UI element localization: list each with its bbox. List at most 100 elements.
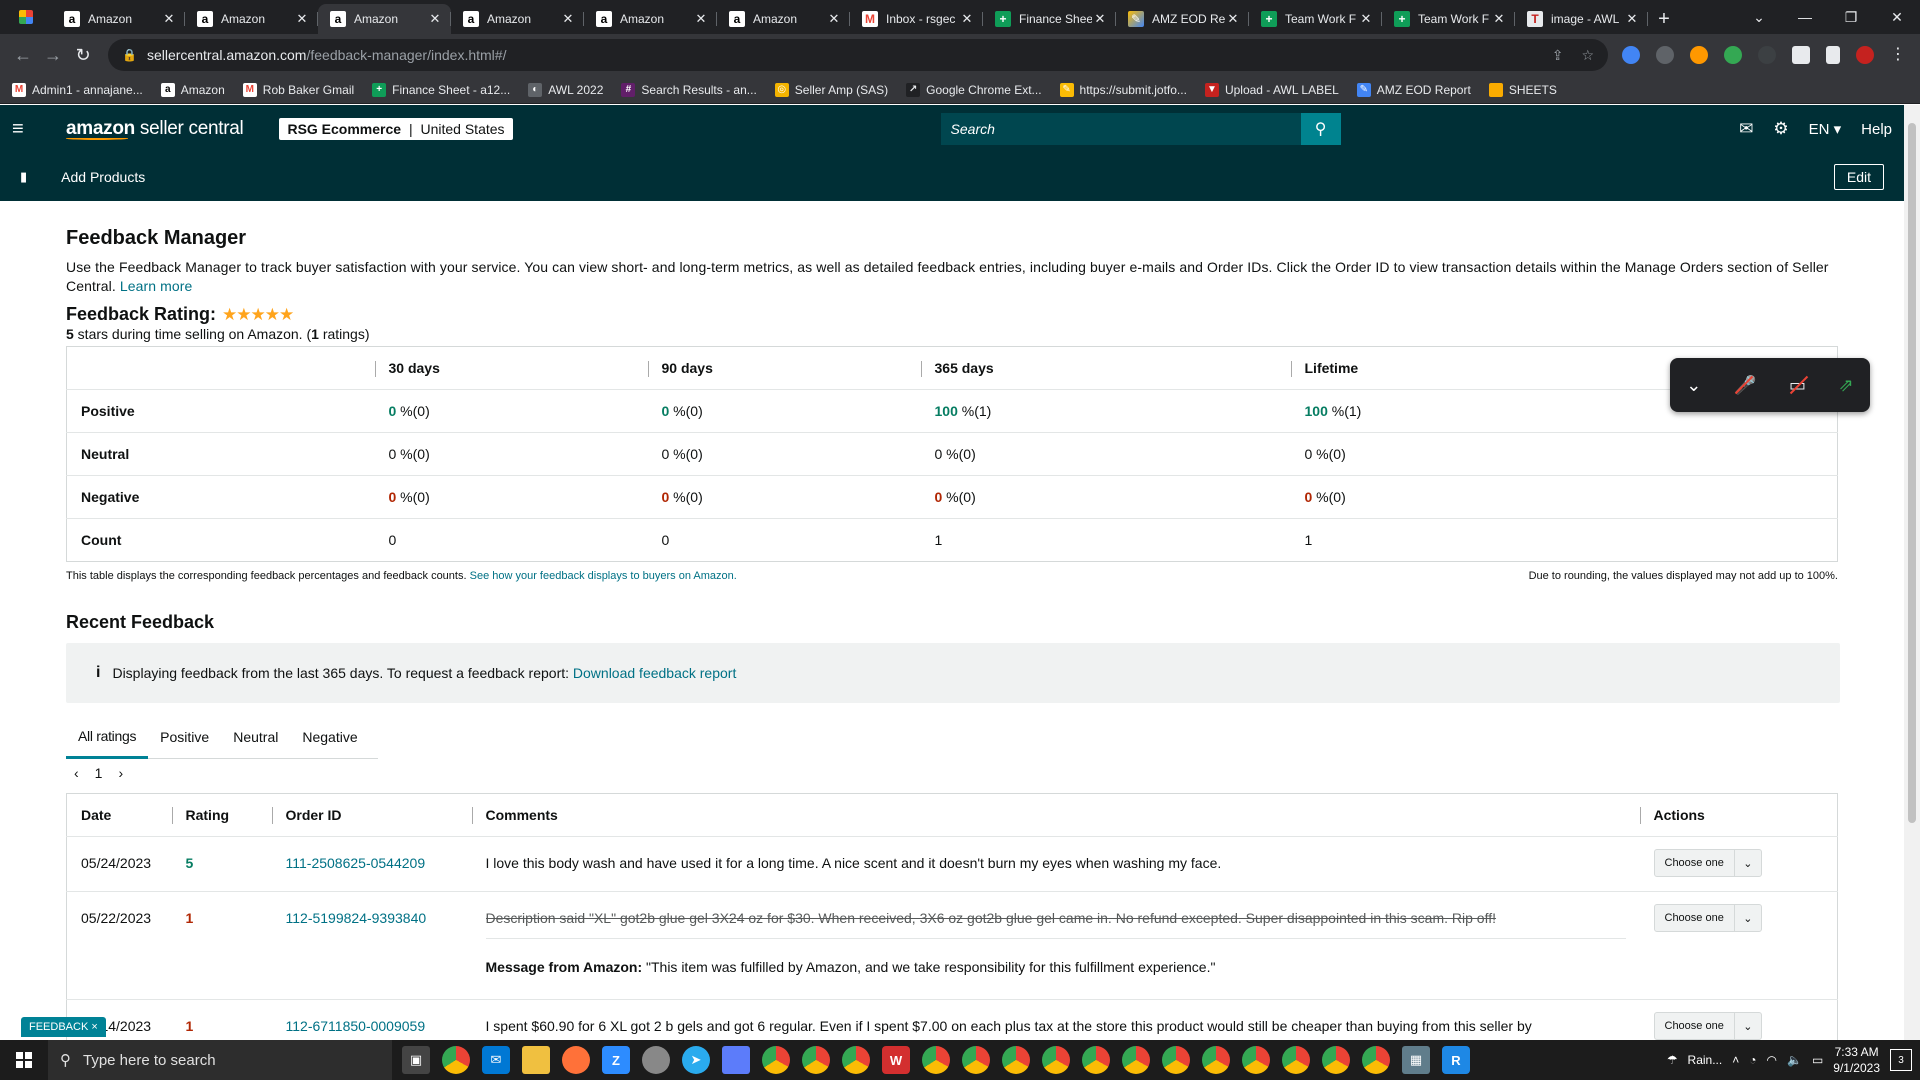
bookmark-item[interactable]: a Amazon (160, 82, 225, 97)
extension-icon[interactable] (1690, 46, 1708, 64)
telegram-icon[interactable]: ➤ (682, 1046, 710, 1074)
taskbar-search[interactable]: ⚲ Type here to search (48, 1040, 392, 1080)
extension-icon[interactable] (1622, 46, 1640, 64)
chrome-icon[interactable] (442, 1046, 470, 1074)
zoom-icon[interactable]: Z (602, 1046, 630, 1074)
chrome-icon[interactable] (1322, 1046, 1350, 1074)
minimize-button[interactable]: — (1782, 9, 1828, 25)
share-screen-icon[interactable]: ⇗ (1839, 375, 1854, 396)
forward-button[interactable]: → (38, 40, 68, 70)
help-link[interactable]: Help (1861, 121, 1892, 138)
bookmark-item[interactable]: ↗ Google Chrome Ext... (906, 82, 1042, 97)
chrome-icon[interactable] (802, 1046, 830, 1074)
address-bar[interactable]: 🔒 sellercentral.amazon.com/feedback-mana… (108, 39, 1608, 71)
clock[interactable]: 7:33 AM 9/1/2023 (1833, 1044, 1880, 1076)
network-icon[interactable]: ◔ (1749, 1053, 1756, 1067)
menu-icon[interactable]: ⋮ (1890, 46, 1906, 64)
tab-search-button[interactable] (0, 0, 52, 34)
current-page[interactable]: 1 (95, 765, 103, 781)
tab-negative[interactable]: Negative (290, 715, 369, 759)
chrome-icon[interactable] (962, 1046, 990, 1074)
chrome-icon[interactable] (1122, 1046, 1150, 1074)
bookmark-item[interactable]: ✎ https://submit.jotfo... (1059, 82, 1187, 97)
wps-icon[interactable]: W (882, 1046, 910, 1074)
store-selector[interactable]: RSG Ecommerce | United States (279, 118, 513, 140)
close-tab-icon[interactable]: ✕ (826, 11, 842, 27)
feedback-display-link[interactable]: See how your feedback displays to buyers… (470, 570, 737, 582)
download-report-link[interactable]: Download feedback report (573, 665, 736, 681)
bookmark-icon[interactable]: ▮ (20, 169, 27, 185)
next-page-icon[interactable]: › (118, 765, 123, 781)
camera-off-icon[interactable]: ▭ (1789, 375, 1806, 396)
chrome-icon[interactable] (1162, 1046, 1190, 1074)
chrome-icon[interactable] (1042, 1046, 1070, 1074)
back-button[interactable]: ← (8, 40, 38, 70)
close-tab-icon[interactable]: ✕ (959, 11, 975, 27)
prev-page-icon[interactable]: ‹ (74, 765, 79, 781)
mic-muted-icon[interactable]: 🎤 (1734, 375, 1756, 396)
bookmark-item[interactable]: SHEETS (1488, 82, 1557, 97)
calculator-icon[interactable]: ▦ (1402, 1046, 1430, 1074)
browser-tab[interactable]: a Amazon ✕ (185, 4, 318, 34)
close-tab-icon[interactable]: ✕ (1092, 11, 1108, 27)
browser-tab[interactable]: a Amazon ✕ (52, 4, 185, 34)
puzzle-icon[interactable] (1792, 46, 1810, 64)
close-icon[interactable]: × (91, 1021, 97, 1033)
file-explorer-icon[interactable] (522, 1046, 550, 1074)
chrome-icon[interactable] (1362, 1046, 1390, 1074)
tab-positive[interactable]: Positive (148, 715, 221, 759)
action-dropdown[interactable]: Choose one ⌄ (1653, 849, 1762, 877)
wifi-icon[interactable]: ◠ (1767, 1053, 1777, 1067)
learn-more-link[interactable]: Learn more (120, 278, 193, 294)
browser-tab[interactable]: a Amazon ✕ (451, 4, 584, 34)
search-button[interactable]: ⚲ (1300, 113, 1341, 145)
browser-tab[interactable]: + Team Work F ✕ (1249, 4, 1382, 34)
share-icon[interactable]: ⇪ (1552, 47, 1564, 64)
mail-icon[interactable]: ✉ (1739, 119, 1753, 139)
task-view-icon[interactable]: ▣ (402, 1046, 430, 1074)
scrollbar-thumb[interactable] (1908, 123, 1916, 823)
extension-icon[interactable] (1758, 46, 1776, 64)
seller-central-logo[interactable]: amazon seller central (66, 118, 244, 140)
close-tab-icon[interactable]: ✕ (1624, 11, 1640, 27)
bookmark-item[interactable]: + Finance Sheet - a12... (372, 82, 510, 97)
extension-icon[interactable] (1724, 46, 1742, 64)
app-icon[interactable] (642, 1046, 670, 1074)
page-scrollbar[interactable] (1904, 105, 1920, 1040)
bookmark-item[interactable]: ◐ AWL 2022 (528, 82, 603, 97)
order-id-link[interactable]: 111-2508625-0544209 (286, 855, 426, 871)
tab-list-icon[interactable]: ⌄ (1736, 9, 1782, 26)
chrome-icon[interactable] (1282, 1046, 1310, 1074)
bookmark-item[interactable]: M Rob Baker Gmail (242, 82, 354, 97)
chevron-down-icon[interactable]: ⌄ (1686, 375, 1701, 396)
volume-icon[interactable]: 🔈 (1787, 1053, 1802, 1067)
language-selector[interactable]: EN ▾ (1809, 120, 1842, 138)
chrome-icon[interactable] (1002, 1046, 1030, 1074)
close-tab-icon[interactable]: ✕ (1358, 11, 1374, 27)
hamburger-menu-icon[interactable]: ≡ (12, 118, 36, 141)
close-tab-icon[interactable]: ✕ (560, 11, 576, 27)
start-button[interactable] (0, 1052, 48, 1068)
extension-icon[interactable] (1656, 46, 1674, 64)
order-id-link[interactable]: 112-6711850-0009059 (286, 1018, 426, 1034)
bookmark-item[interactable]: M Admin1 - annajane... (12, 82, 143, 97)
bookmark-item[interactable]: ▼ Upload - AWL LABEL (1204, 82, 1339, 97)
chrome-icon[interactable] (842, 1046, 870, 1074)
bookmark-item[interactable]: # Search Results - an... (621, 82, 757, 97)
browser-tab[interactable]: ✎ AMZ EOD Re ✕ (1116, 4, 1249, 34)
settings-gear-icon[interactable]: ⚙ (1773, 119, 1788, 139)
firefox-icon[interactable] (562, 1046, 590, 1074)
close-tab-icon[interactable]: ✕ (427, 11, 443, 27)
profile-avatar[interactable] (1856, 46, 1874, 64)
close-tab-icon[interactable]: ✕ (161, 11, 177, 27)
tray-chevron-icon[interactable]: ˄ (1732, 1053, 1739, 1067)
bookmark-item[interactable]: ◎ Seller Amp (SAS) (774, 82, 888, 97)
browser-tab[interactable]: a Amazon ✕ (318, 4, 451, 34)
order-id-link[interactable]: 112-5199824-9393840 (286, 910, 427, 926)
new-tab-button[interactable]: + (1648, 4, 1680, 34)
action-dropdown[interactable]: Choose one ⌄ (1653, 1012, 1762, 1040)
close-tab-icon[interactable]: ✕ (294, 11, 310, 27)
sidepanel-icon[interactable] (1826, 46, 1840, 64)
tab-all-ratings[interactable]: All ratings (66, 715, 149, 759)
bookmark-star-icon[interactable]: ☆ (1581, 47, 1594, 64)
